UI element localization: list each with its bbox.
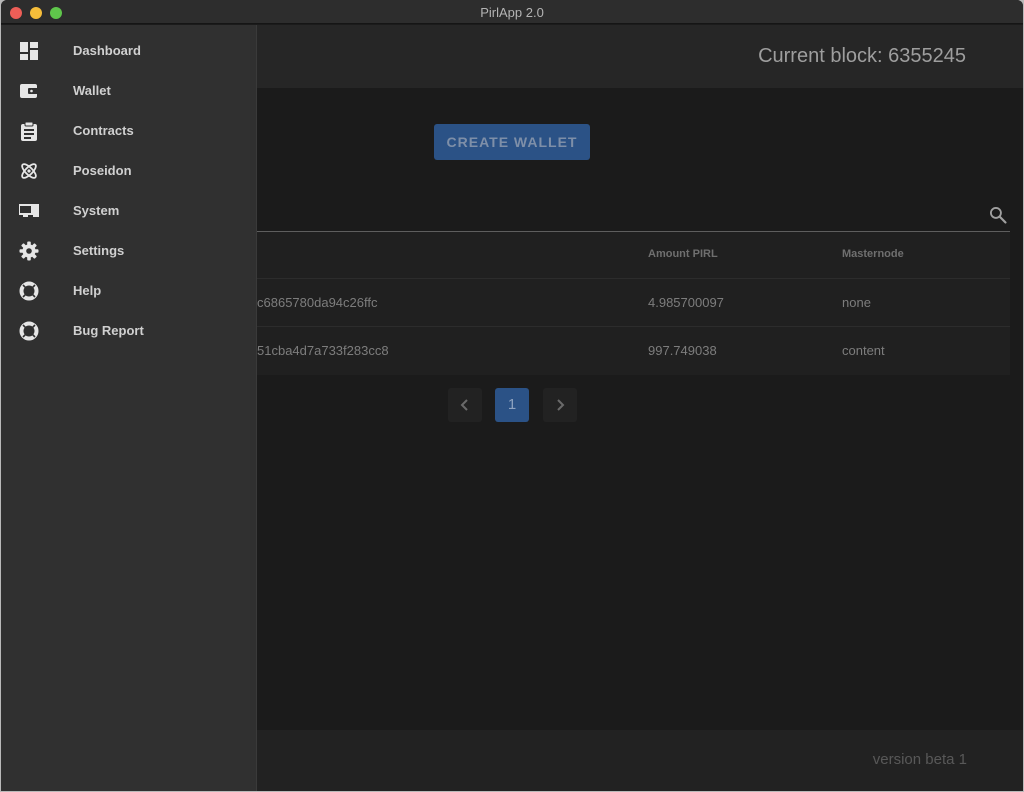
wallet-table: Amount PIRL Masternode c6865780da94c26ff…	[257, 232, 1010, 375]
sidebar-drawer: Dashboard Wallet Contracts Poseidon Syst…	[1, 25, 257, 791]
clipboard-icon	[21, 121, 37, 141]
create-wallet-button[interactable]: CREATE WALLET	[434, 124, 590, 160]
current-block-label: Current block: 6355245	[758, 45, 966, 67]
sidebar-item-label: Settings	[73, 243, 125, 258]
table-row[interactable]: 51cba4d7a733f283cc8 997.749038 content	[257, 326, 1010, 374]
sidebar-item-label: Help	[73, 283, 102, 298]
search-icon[interactable]	[988, 205, 1008, 225]
page-button-current[interactable]: 1	[495, 388, 529, 422]
version-label: version beta 1	[872, 751, 967, 768]
lifebuoy-icon	[19, 321, 39, 341]
column-header-amount[interactable]: Amount PIRL	[648, 248, 718, 260]
next-page-button[interactable]	[543, 388, 577, 422]
title-bar: PirlApp 2.0	[1, 0, 1023, 24]
sidebar-item-label: Wallet	[73, 83, 111, 98]
dashboard-icon	[20, 42, 38, 60]
chevron-right-icon	[557, 399, 565, 411]
sidebar-item-label: Contracts	[73, 123, 134, 138]
app-window: PirlApp 2.0 Current block: 6355245 CREAT…	[1, 0, 1023, 791]
gear-icon	[19, 241, 39, 261]
sidebar-item-wallet[interactable]: Wallet	[1, 71, 256, 111]
sidebar-item-system[interactable]: System	[1, 191, 256, 231]
wallet-amount: 4.985700097	[648, 295, 724, 310]
table-row[interactable]: c6865780da94c26ffc 4.985700097 none	[257, 278, 1010, 326]
sidebar-item-bug-report[interactable]: Bug Report	[1, 311, 256, 351]
lifebuoy-icon	[19, 281, 39, 301]
sidebar-item-settings[interactable]: Settings	[1, 231, 256, 271]
sidebar-item-contracts[interactable]: Contracts	[1, 111, 256, 151]
sidebar-item-label: Dashboard	[73, 43, 141, 58]
column-header-masternode[interactable]: Masternode	[842, 248, 904, 260]
wallet-masternode: content	[842, 343, 885, 358]
atom-icon	[21, 163, 37, 179]
previous-page-button[interactable]	[448, 388, 482, 422]
wallet-address: 51cba4d7a733f283cc8	[257, 343, 389, 358]
wallet-masternode: none	[842, 295, 871, 310]
sidebar-item-label: System	[73, 203, 120, 218]
sidebar-item-label: Poseidon	[73, 163, 132, 178]
sidebar-item-poseidon[interactable]: Poseidon	[1, 151, 256, 191]
wallet-address: c6865780da94c26ffc	[257, 295, 378, 310]
sidebar-item-help[interactable]: Help	[1, 271, 256, 311]
window-title: PirlApp 2.0	[480, 5, 544, 20]
devices-icon	[19, 204, 39, 217]
sidebar-item-dashboard[interactable]: Dashboard	[1, 31, 256, 71]
wallet-icon	[20, 84, 38, 98]
sidebar-item-label: Bug Report	[73, 323, 144, 338]
chevron-left-icon	[460, 399, 468, 411]
wallet-amount: 997.749038	[648, 343, 717, 358]
